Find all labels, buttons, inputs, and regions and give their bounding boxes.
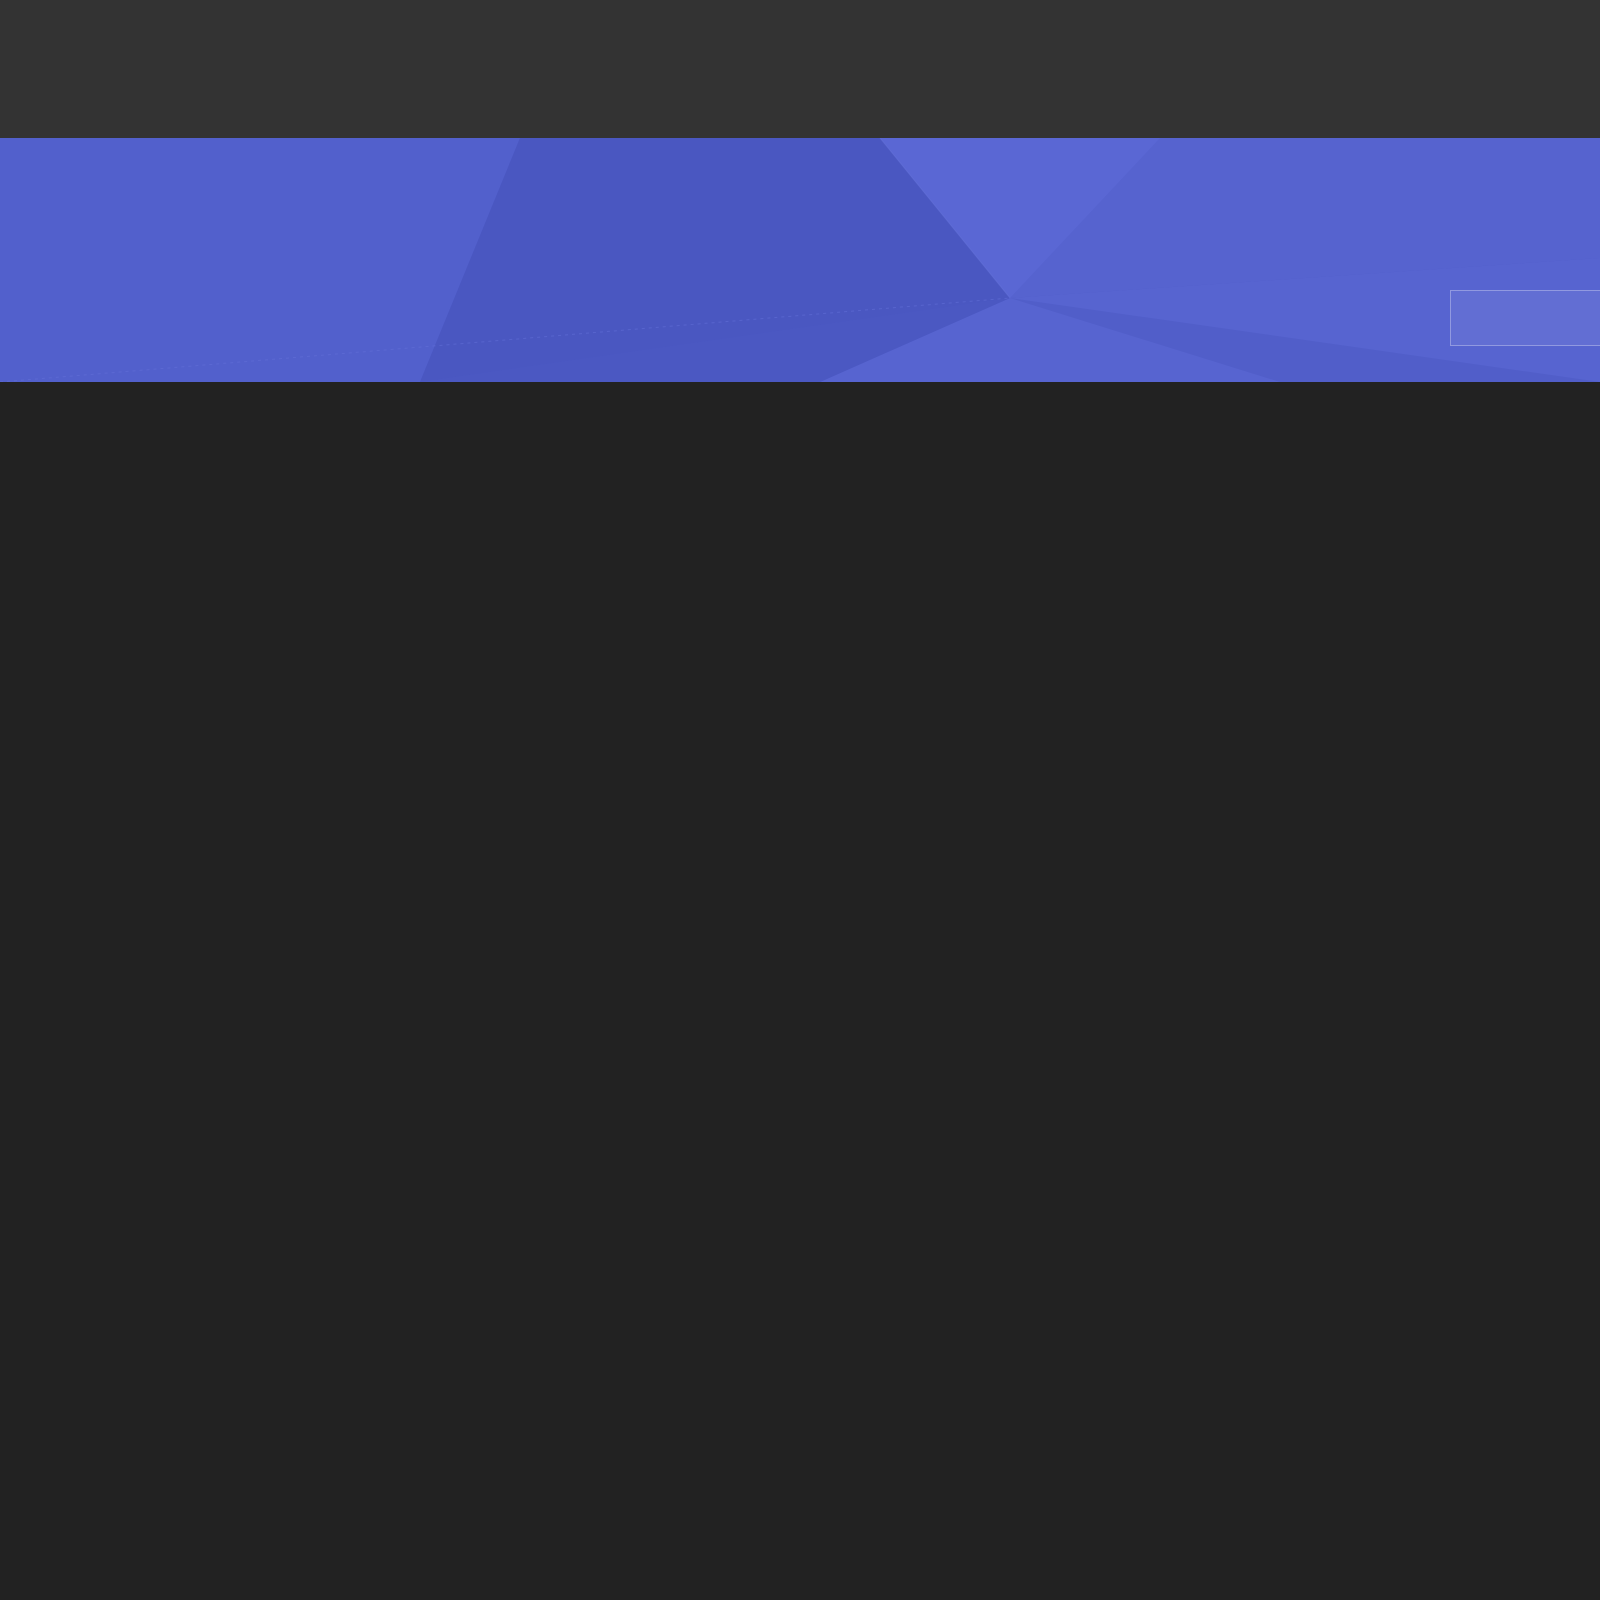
nav-donate[interactable] xyxy=(1570,56,1600,82)
top-navigation-bar xyxy=(0,0,1600,138)
top-nav-right xyxy=(1570,56,1600,83)
page-banner xyxy=(0,138,1600,382)
search-container xyxy=(1450,290,1600,346)
search-input[interactable] xyxy=(1450,290,1600,346)
